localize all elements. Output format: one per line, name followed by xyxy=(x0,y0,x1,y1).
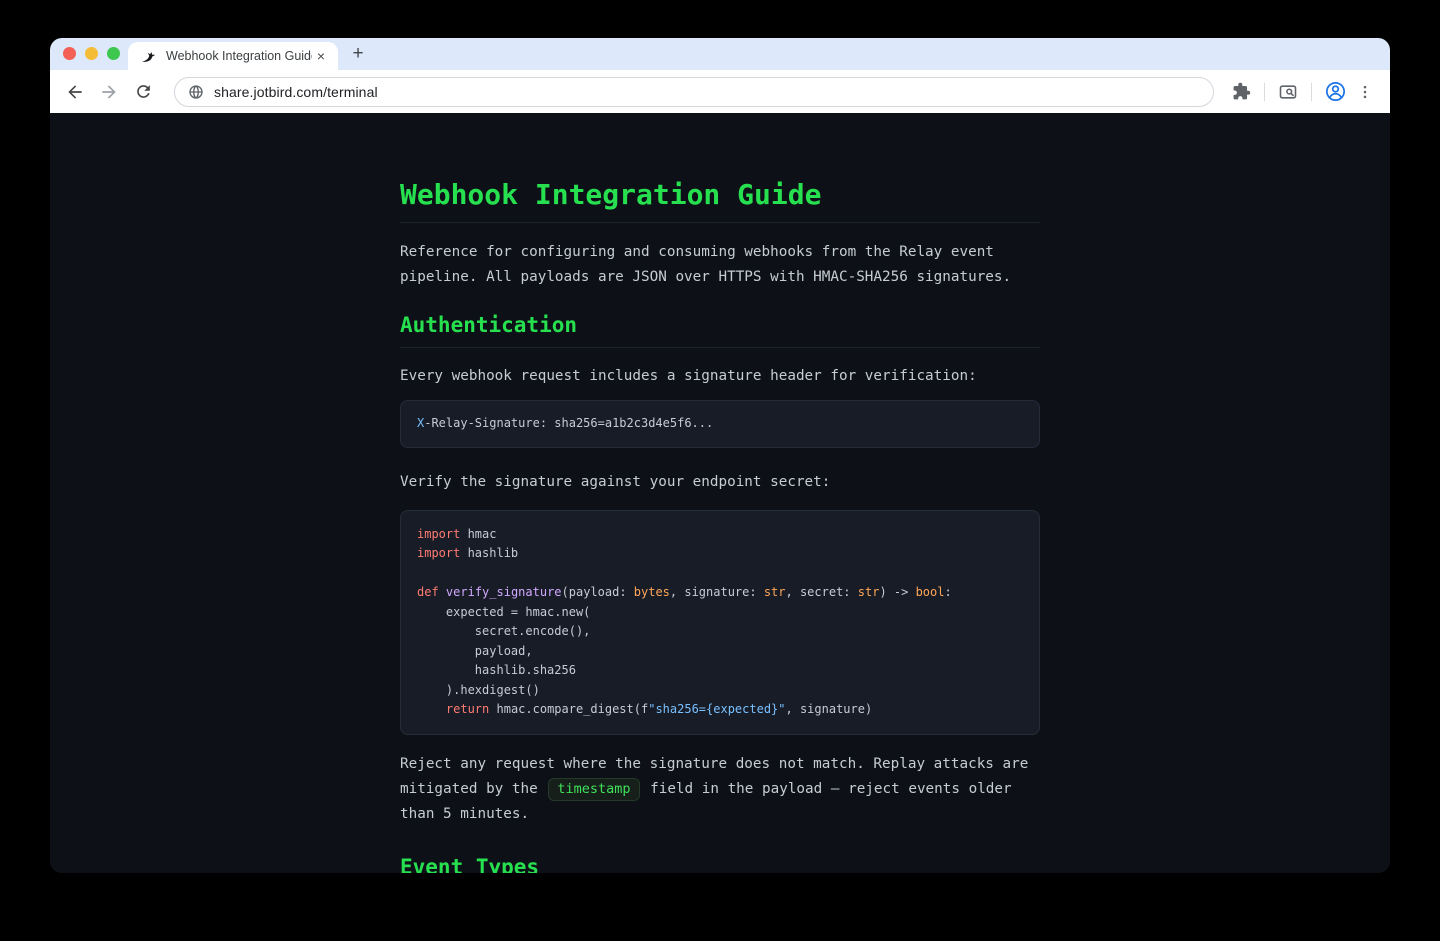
toolbar-separator xyxy=(1264,83,1265,101)
forward-button[interactable] xyxy=(94,77,124,107)
url-bar[interactable]: share.jotbird.com/terminal xyxy=(174,77,1214,107)
window-controls xyxy=(63,47,120,60)
back-icon xyxy=(65,82,85,102)
code-line: import hmac xyxy=(417,525,1023,545)
toolbar-separator xyxy=(1311,83,1312,101)
globe-icon xyxy=(188,84,204,100)
back-button[interactable] xyxy=(60,77,90,107)
replay-paragraph: Reject any request where the signature d… xyxy=(400,752,1040,827)
bird-favicon-icon xyxy=(140,48,157,65)
python-verify-code-block: import hmacimport hashlib def verify_sig… xyxy=(400,510,1040,735)
tab-search-button[interactable] xyxy=(1273,77,1303,107)
code-line: payload, xyxy=(417,642,1023,662)
reload-button[interactable] xyxy=(128,77,158,107)
extensions-puzzle-icon xyxy=(1232,82,1251,101)
reload-icon xyxy=(134,82,153,101)
section-heading-authentication: Authentication xyxy=(400,313,1040,348)
new-tab-button[interactable]: + xyxy=(345,41,371,67)
extensions-button[interactable] xyxy=(1226,77,1256,107)
intro-paragraph: Reference for configuring and consuming … xyxy=(400,240,1040,290)
code-line: hashlib.sha256 xyxy=(417,661,1023,681)
forward-icon xyxy=(99,82,119,102)
minimize-window-button[interactable] xyxy=(85,47,98,60)
profile-button[interactable] xyxy=(1320,77,1350,107)
auth-paragraph-2: Verify the signature against your endpoi… xyxy=(400,470,1040,495)
tab-search-icon xyxy=(1278,82,1298,102)
code-line: secret.encode(), xyxy=(417,622,1023,642)
code-line: def verify_signature(payload: bytes, sig… xyxy=(417,583,1023,603)
code-line: expected = hmac.new( xyxy=(417,603,1023,623)
code-line: ).hexdigest() xyxy=(417,681,1023,701)
code-line: import hashlib xyxy=(417,544,1023,564)
tab-title: Webhook Integration Guide xyxy=(166,49,312,63)
page-title: Webhook Integration Guide xyxy=(400,180,1040,223)
browser-tab[interactable]: Webhook Integration Guide × xyxy=(128,42,338,70)
signature-header-code-block: X-Relay-Signature: sha256=a1b2c3d4e5f6..… xyxy=(400,400,1040,448)
profile-icon xyxy=(1324,80,1347,103)
tab-strip: Webhook Integration Guide × + xyxy=(50,38,1390,70)
browser-window: Webhook Integration Guide × + share.jotb… xyxy=(50,38,1390,873)
url-text: share.jotbird.com/terminal xyxy=(214,84,378,100)
maximize-window-button[interactable] xyxy=(107,47,120,60)
page-content[interactable]: Webhook Integration Guide Reference for … xyxy=(50,113,1390,873)
auth-paragraph-1: Every webhook request includes a signatu… xyxy=(400,364,1040,389)
timestamp-inline-code: timestamp xyxy=(548,778,639,801)
close-tab-icon[interactable]: × xyxy=(312,47,330,65)
kebab-menu-icon xyxy=(1356,83,1374,101)
doc-column: Webhook Integration Guide Reference for … xyxy=(400,113,1040,873)
code-line: X-Relay-Signature: sha256=a1b2c3d4e5f6..… xyxy=(417,414,1023,434)
close-window-button[interactable] xyxy=(63,47,76,60)
browser-menu-button[interactable] xyxy=(1350,77,1380,107)
code-line: return hmac.compare_digest(f"sha256={exp… xyxy=(417,700,1023,720)
code-line xyxy=(417,564,1023,584)
browser-toolbar: share.jotbird.com/terminal xyxy=(50,70,1390,113)
section-heading-event-types: Event Types xyxy=(400,855,1040,874)
